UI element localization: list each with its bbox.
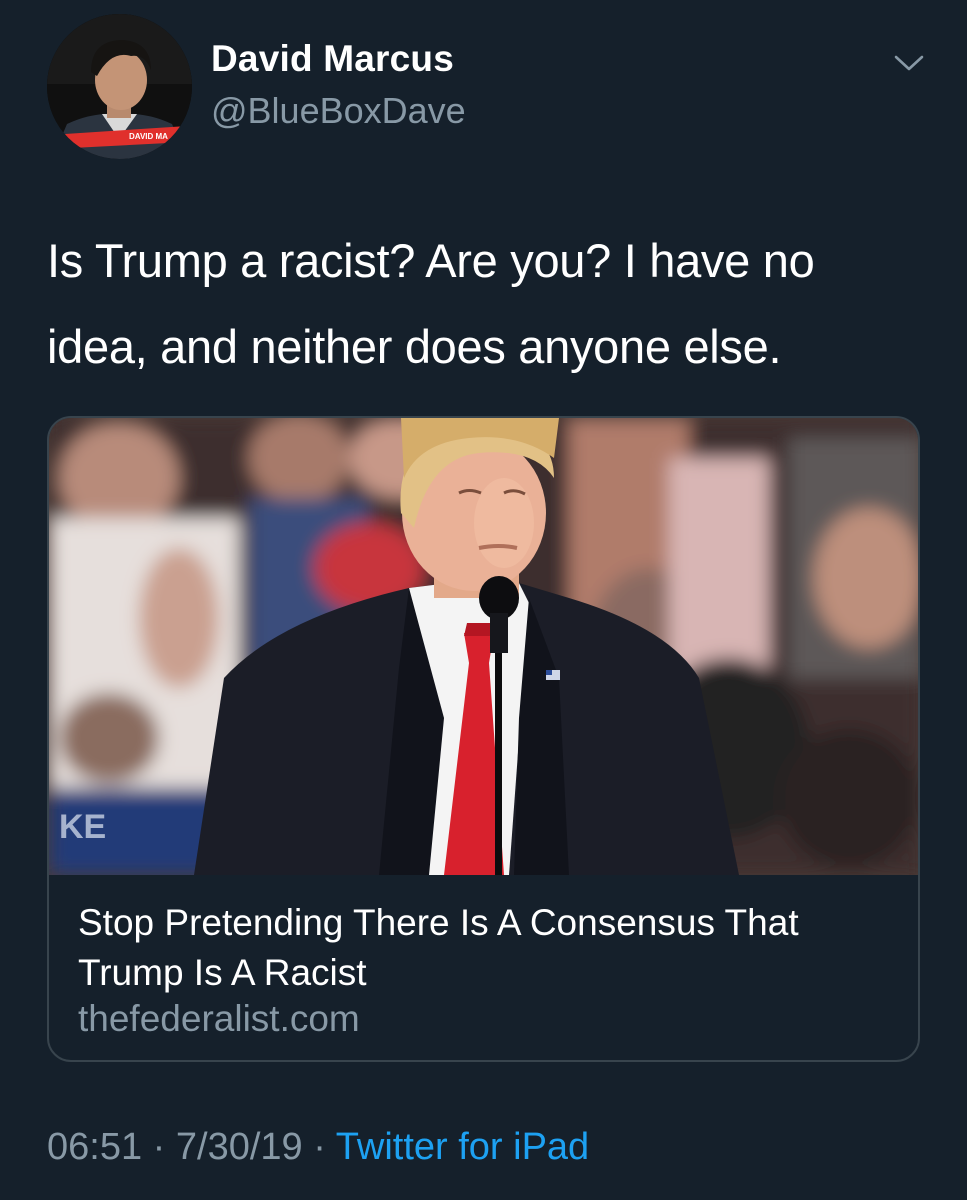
card-image[interactable]: KE	[49, 418, 918, 875]
tweet-meta: 06:51 · 7/30/19 · Twitter for iPad	[47, 1126, 589, 1169]
author-display-name[interactable]: David Marcus	[211, 38, 454, 80]
tweet-text: Is Trump a racist? Are you? I have no id…	[47, 234, 815, 373]
tweet-date[interactable]: 7/30/19	[176, 1126, 303, 1168]
card-domain[interactable]: thefederalist.com	[78, 998, 360, 1040]
svg-text:KE: KE	[59, 808, 106, 846]
avatar[interactable]: DAVID MA	[47, 14, 192, 159]
tweet-source[interactable]: Twitter for iPad	[336, 1126, 589, 1168]
chevron-down-icon[interactable]	[892, 50, 926, 76]
card-title[interactable]: Stop Pretending There Is A Consensus Tha…	[78, 898, 878, 998]
author-handle[interactable]: @BlueBoxDave	[211, 90, 466, 132]
meta-separator: ·	[313, 1126, 326, 1168]
tweet-time[interactable]: 06:51	[47, 1126, 142, 1168]
link-card[interactable]: KE Stop Pretending There Is A Consensus …	[47, 416, 920, 1062]
avatar-caption: DAVID MA	[129, 132, 168, 141]
meta-separator: ·	[152, 1126, 166, 1168]
tweet: DAVID MA David Marcus @BlueBoxDave Is Tr…	[0, 0, 967, 1200]
